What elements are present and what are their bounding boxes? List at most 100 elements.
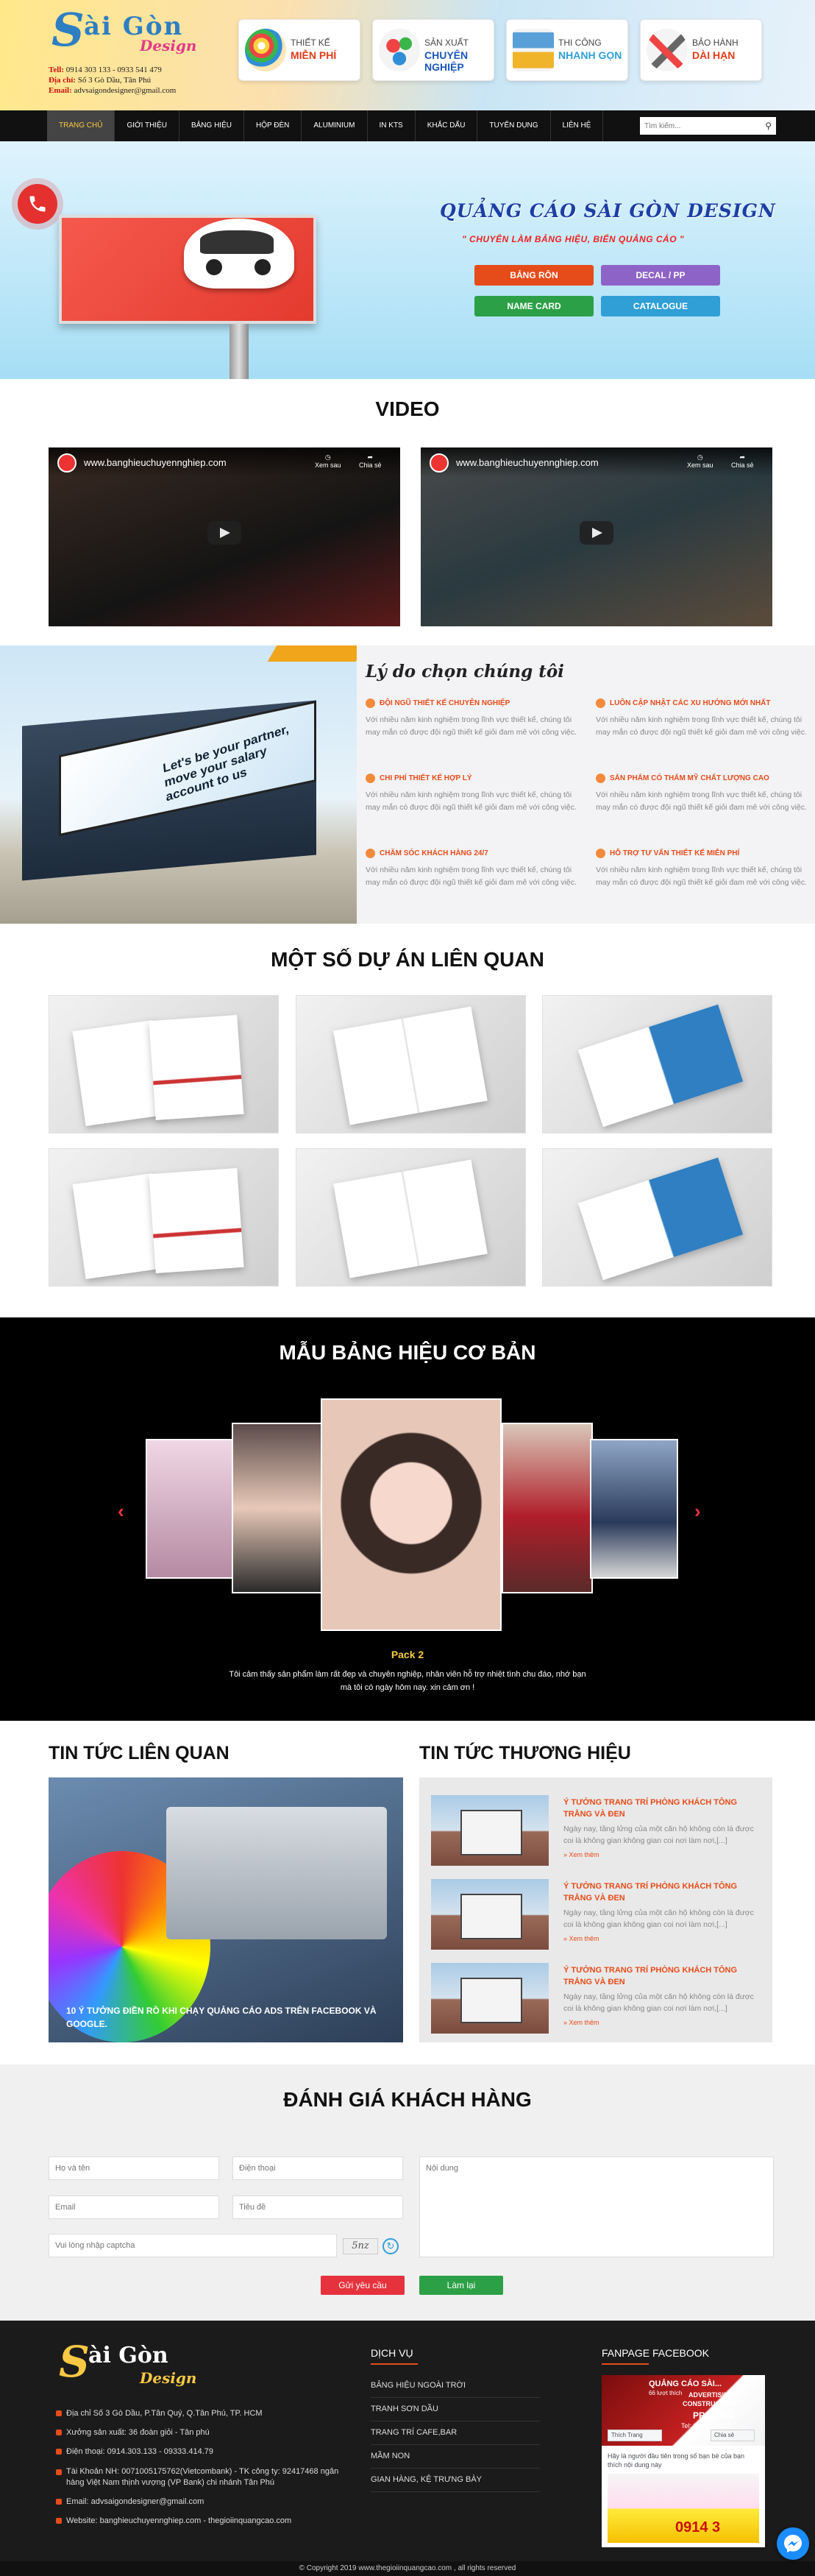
video-player[interactable]: www.banghieuchuyennghiep.com ◷ Xem sau ➦ C… — [49, 447, 400, 626]
watch-later-button[interactable]: ◷ Xem sau — [315, 453, 341, 469]
video-title[interactable]: www.banghieuchuyennghiep.com — [84, 457, 227, 468]
email-icon — [56, 2499, 62, 2505]
channel-avatar[interactable] — [57, 453, 76, 473]
messenger-button[interactable] — [777, 2527, 809, 2560]
news-thumbnail[interactable] — [431, 1795, 549, 1866]
project-card[interactable] — [49, 1148, 279, 1287]
carousel-prev-arrow[interactable]: ‹ — [118, 1500, 124, 1523]
footer-email-text[interactable]: Email: advsaigondesigner@gmail.com — [66, 2497, 204, 2506]
brochure-page — [333, 1159, 488, 1278]
reset-button[interactable]: Làm lại — [419, 2276, 503, 2295]
carousel-card[interactable] — [232, 1423, 324, 1593]
printer-image — [166, 1807, 387, 1939]
name-input[interactable] — [49, 2156, 219, 2180]
video-player[interactable]: www.banghieuchuyennghiep.com ◷ Xem sau ➦ C… — [421, 447, 772, 626]
logo[interactable]: S ài Gòn Design — [51, 7, 221, 59]
why-item-title: CHĂM SÓC KHÁCH HÀNG 24/7 — [380, 849, 488, 857]
feature-box-construction: THI CÔNG NHANH GỌN — [506, 19, 628, 81]
brand-news-title: TIN TỨC THƯƠNG HIỆU — [419, 1743, 631, 1763]
search-input[interactable] — [640, 117, 750, 135]
project-card[interactable] — [49, 995, 279, 1133]
featured-news-caption[interactable]: 10 Ý TƯỞNG ĐIỀN RỒ KHI CHẠY QUẢNG CÁO AD… — [66, 2004, 382, 2031]
phone-input[interactable] — [232, 2156, 403, 2180]
share-button[interactable]: ➦ Chia sẻ — [731, 453, 754, 469]
content-textarea[interactable] — [419, 2156, 774, 2257]
feature-box-warranty: BẢO HÀNH DÀI HẠN — [640, 19, 762, 81]
share-button[interactable]: ➦ Chia sẻ — [359, 453, 382, 469]
footer-website-text[interactable]: Website: banghieuchuyennghiep.com - theg… — [66, 2516, 291, 2525]
featured-news[interactable]: 10 Ý TƯỞNG ĐIỀN RỒ KHI CHẠY QUẢNG CÁO AD… — [49, 1777, 403, 2042]
banner-title: QUẢNG CÁO SÀI GÒN DESIGN — [440, 200, 776, 222]
phone-call-button[interactable] — [18, 184, 57, 224]
carousel-card[interactable] — [590, 1439, 678, 1579]
fb-share-button[interactable]: Chia sẻ — [711, 2430, 755, 2441]
nav-item-about[interactable]: Giới thiệu — [115, 110, 179, 141]
news-item-title[interactable]: Ý TƯỞNG TRANG TRÍ PHÒNG KHÁCH TÔNG TRẮNG… — [563, 1797, 755, 1820]
play-button[interactable] — [207, 521, 241, 545]
search-icon[interactable]: ⚲ — [765, 121, 772, 131]
email-input[interactable] — [49, 2195, 219, 2219]
news-item[interactable]: Ý TƯỞNG TRANG TRÍ PHÒNG KHÁCH TÔNG TRẮNG… — [431, 1795, 762, 1869]
carousel-card[interactable] — [502, 1423, 593, 1593]
send-request-button[interactable]: Gửi yêu cầu — [321, 2276, 405, 2295]
project-card[interactable] — [542, 995, 772, 1133]
email-value: advsaigondesigner@gmail.com — [74, 86, 177, 95]
captcha-input[interactable] — [49, 2234, 337, 2257]
fb-ad-line3: PRINTING — [693, 2410, 736, 2421]
banner-button-catalogue[interactable]: CATALOGUE — [601, 296, 720, 316]
nav-item-signs[interactable]: Bảng hiệu — [179, 110, 244, 141]
watch-later-button[interactable]: ◷ Xem sau — [687, 453, 713, 469]
carousel-card[interactable] — [146, 1439, 235, 1579]
service-link[interactable]: BẢNG HIỆU NGOÀI TRỜI — [371, 2381, 540, 2398]
feature-line2: CHUYÊN NGHIỆP — [424, 49, 469, 73]
refresh-captcha-icon[interactable]: ↻ — [382, 2238, 399, 2254]
service-link[interactable]: GIAN HÀNG, KỆ TRƯNG BÀY — [371, 2475, 540, 2492]
car-lamp — [255, 259, 271, 275]
banner-button-namecard[interactable]: NAME CARD — [474, 296, 594, 316]
nav-item-contact[interactable]: Liên hệ — [551, 110, 604, 141]
channel-avatar[interactable] — [430, 453, 449, 473]
news-item-title[interactable]: Ý TƯỞNG TRANG TRÍ PHÒNG KHÁCH TÔNG TRẮNG… — [563, 1964, 755, 1988]
nav-item-aluminium[interactable]: Aluminium — [302, 110, 368, 141]
footer-bank: Tài Khoản NH: 0071005175762(Vietcombank)… — [56, 2466, 350, 2488]
news-thumbnail[interactable] — [431, 1879, 549, 1950]
footer-logo[interactable]: S ài Gòn Design — [59, 2337, 221, 2396]
project-card[interactable] — [296, 995, 526, 1133]
nav-item-home[interactable]: Trang chủ — [47, 110, 115, 141]
read-more-link[interactable]: » Xem thêm — [563, 1851, 599, 1858]
signs-carousel-section: MẪU BẢNG HIỆU CƠ BẢN ‹ › Pack 2 Tôi cảm … — [0, 1317, 815, 1721]
banner-button-banner[interactable]: BẢNG RÔN — [474, 265, 594, 286]
video-title[interactable]: www.banghieuchuyennghiep.com — [456, 457, 599, 468]
location-icon — [56, 2410, 62, 2416]
nav-item-digital-print[interactable]: In KTS — [368, 110, 416, 141]
news-thumbnail[interactable] — [431, 1963, 549, 2034]
read-more-link[interactable]: » Xem thêm — [563, 2019, 599, 2026]
subject-input[interactable] — [232, 2195, 403, 2219]
nav-item-recruit[interactable]: Tuyển dụng — [477, 110, 551, 141]
consult-icon — [596, 849, 605, 858]
billboard-pole — [229, 324, 249, 379]
related-news-title: TIN TỨC LIÊN QUAN — [49, 1743, 229, 1763]
fb-page-name[interactable]: QUẢNG CÁO SÀI... — [649, 2379, 722, 2388]
services-title: DỊCH VỤ — [371, 2347, 418, 2365]
why-item-text: Với nhiều năm kinh nghiệm trong lĩnh vực… — [596, 790, 807, 812]
fb-post-phone: 0914 3 — [675, 2519, 721, 2536]
news-item[interactable]: Ý TƯỞNG TRANG TRÍ PHÒNG KHÁCH TÔNG TRẮNG… — [431, 1963, 762, 2037]
service-link[interactable]: TRANH SƠN DẦU — [371, 2405, 540, 2421]
fb-like-button[interactable]: Thích Trang — [608, 2430, 662, 2441]
project-card[interactable] — [296, 1148, 526, 1287]
bank-icon — [56, 2469, 62, 2475]
nav-item-stamp[interactable]: Khắc dấu — [416, 110, 478, 141]
project-card[interactable] — [542, 1148, 772, 1287]
service-link[interactable]: MẦM NON — [371, 2452, 540, 2469]
news-item[interactable]: Ý TƯỞNG TRANG TRÍ PHÒNG KHÁCH TÔNG TRẮNG… — [431, 1879, 762, 1953]
read-more-link[interactable]: » Xem thêm — [563, 1935, 599, 1942]
nav-item-lightbox[interactable]: Hộp đèn — [244, 110, 302, 141]
carousel-card-active[interactable] — [321, 1398, 502, 1631]
play-button[interactable] — [580, 521, 613, 545]
news-item-title[interactable]: Ý TƯỞNG TRANG TRÍ PHÒNG KHÁCH TÔNG TRẮNG… — [563, 1880, 755, 1904]
banner-button-decal[interactable]: DECAL / PP — [601, 265, 720, 286]
carousel-next-arrow[interactable]: › — [694, 1500, 701, 1523]
service-link[interactable]: TRANG TRÍ CAFE,BAR — [371, 2428, 540, 2445]
facebook-page-plugin[interactable]: QUẢNG CÁO SÀI... 66 lượt thích ADVERTISI… — [602, 2375, 765, 2547]
